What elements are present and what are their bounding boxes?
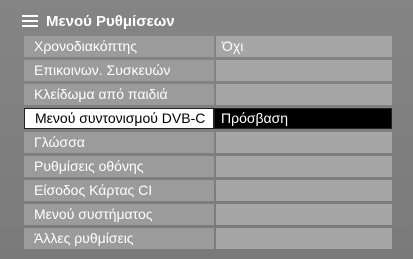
menu-item-system-menu[interactable]: Μενού συστήματος (24, 204, 392, 225)
menu-item-display-settings[interactable]: Ρυθμίσεις οθόνης (24, 156, 392, 177)
menu-item-value: Όχι (216, 36, 392, 57)
menu-item-label: Γλώσσα (24, 132, 214, 153)
menu-item-value (216, 132, 392, 153)
menu-item-value (216, 204, 392, 225)
menu-rows: Χρονοδιακόπτης Όχι Επικοινων. Συσκευών Κ… (24, 36, 392, 252)
menu-item-language[interactable]: Γλώσσα (24, 132, 392, 153)
menu-item-value (216, 180, 392, 201)
menu-item-label: Μενού συστήματος (24, 204, 214, 225)
menu-item-label: Κλείδωμα από παιδιά (24, 84, 214, 105)
menu-item-value (216, 156, 392, 177)
menu-item-label: Μενού συντονισμού DVB-C (24, 108, 214, 129)
menu-item-timer[interactable]: Χρονοδιακόπτης Όχι (24, 36, 392, 57)
menu-item-ci-card[interactable]: Είσοδος Κάρτας CI (24, 180, 392, 201)
menu-item-other-settings[interactable]: Άλλες ρυθμίσεις (24, 228, 392, 249)
menu-item-value (216, 60, 392, 81)
menu-item-label: Επικοινων. Συσκευών (24, 60, 214, 81)
menu-item-value (216, 228, 392, 249)
menu-item-device-link[interactable]: Επικοινων. Συσκευών (24, 60, 392, 81)
menu-item-label: Άλλες ρυθμίσεις (24, 228, 214, 249)
menu-item-label: Είσοδος Κάρτας CI (24, 180, 214, 201)
menu-item-child-lock[interactable]: Κλείδωμα από παιδιά (24, 84, 392, 105)
menu-title-bar: Μενού Ρυθμίσεων (22, 10, 175, 32)
menu-item-value (216, 84, 392, 105)
settings-menu-panel: Μενού Ρυθμίσεων Χρονοδιακόπτης Όχι Επικο… (0, 0, 413, 259)
menu-title: Μενού Ρυθμίσεων (46, 12, 175, 30)
menu-list-icon (22, 15, 38, 27)
menu-item-dvbc-tuning[interactable]: Μενού συντονισμού DVB-C Πρόσβαση (24, 108, 392, 129)
menu-item-label: Ρυθμίσεις οθόνης (24, 156, 214, 177)
menu-item-value: Πρόσβαση (214, 108, 392, 129)
menu-item-label: Χρονοδιακόπτης (24, 36, 214, 57)
